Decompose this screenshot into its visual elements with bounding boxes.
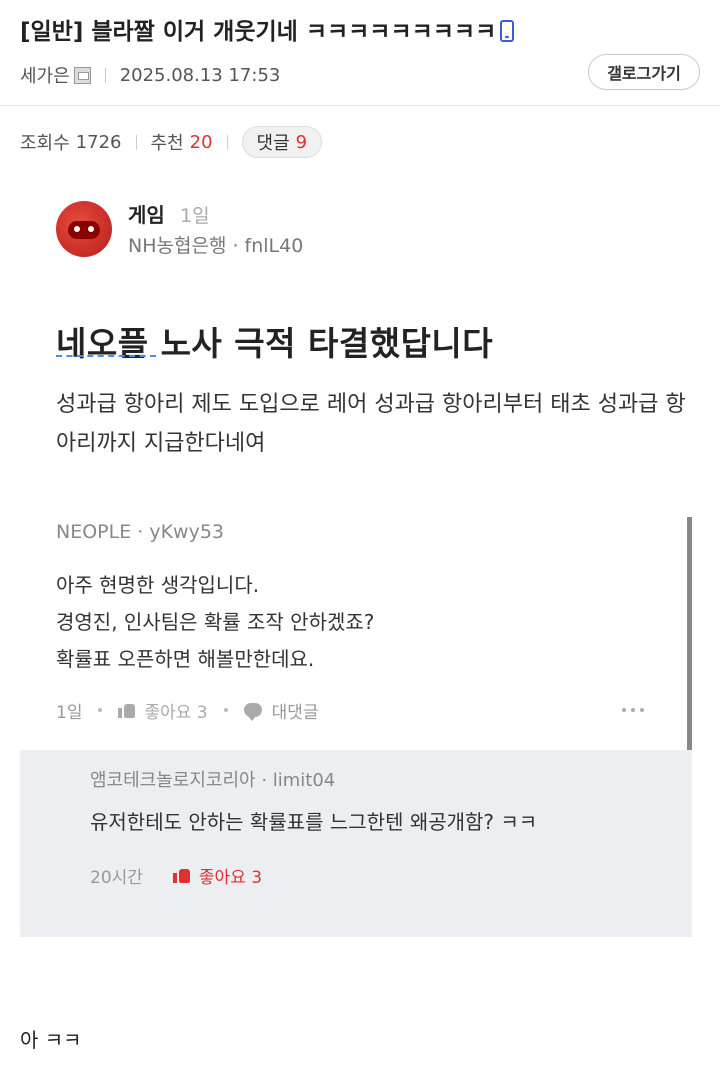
post-title: [일반] 블라짤 이거 개웃기네 ㅋㅋㅋㅋㅋㅋㅋㅋㅋ: [20, 16, 700, 48]
board-name: 게임: [128, 203, 165, 227]
recommend-count: 20: [189, 131, 213, 153]
thumbs-up-icon: [172, 867, 191, 883]
reply-like-label: 좋아요 3: [198, 867, 263, 888]
reply-text: 유저한테도 안하는 확률표를 느그한텐 왜공개함? ㅋㅋ: [90, 810, 538, 834]
reply-author: 앰코테크놀로지코리아 · limit04: [90, 770, 336, 791]
reply-time: 20시간: [90, 867, 143, 888]
comment-reply: 대댓글: [243, 698, 319, 723]
divider: [226, 134, 228, 150]
header-divider: [0, 105, 720, 106]
mobile-icon: [500, 20, 515, 42]
comment-time: 1일: [56, 702, 83, 723]
comment-text: 아주 현명한 생각입니다. 경영진, 인사팀은 확률 조작 안하겠죠? 확률표 …: [56, 573, 375, 671]
spellcheck-underline: [56, 353, 156, 357]
more-icon: [622, 708, 644, 712]
divider: [135, 134, 137, 150]
post-body-text: 아 ㅋㅋ: [20, 1028, 82, 1052]
embedded-blind-screenshot: 게임 1일 NH농협은행 · fnlL40 네오플 노사 극적 타결했답니다 성…: [20, 175, 700, 937]
views-label: 조회수: [20, 133, 70, 154]
comment-author: NEOPLE · yKwy53: [56, 521, 225, 543]
blind-post-body: 성과급 항아리 제도 도입으로 레어 성과급 항아리부터 태초 성과급 항아리까…: [56, 392, 686, 456]
comment-actions: 1일 좋아요 3 대댓글: [56, 695, 319, 725]
board-author: NH농협은행 · fnlL40: [128, 235, 304, 257]
speech-bubble-icon: [243, 703, 262, 721]
post-date: 2025.08.13 17:53: [119, 64, 281, 86]
board-avatar: [56, 201, 112, 257]
comment-reply-label: 대댓글: [271, 702, 319, 723]
comments-button[interactable]: 댓글 9: [241, 126, 323, 158]
comments-label: 댓글: [256, 133, 290, 154]
post-author[interactable]: 세가은: [20, 62, 70, 88]
views-count: 1726: [75, 131, 122, 153]
divider: [104, 67, 106, 83]
dot-separator: [98, 708, 103, 712]
recommend-label: 추천: [150, 133, 184, 154]
reply-block: 앰코테크놀로지코리아 · limit04 유저한테도 안하는 확률표를 느그한텐…: [20, 750, 692, 937]
comment-like-label: 좋아요 3: [144, 702, 208, 723]
dot-separator: [223, 708, 228, 712]
comments-count: 9: [295, 131, 308, 153]
reply-actions: 20시간 좋아요 3: [90, 860, 262, 890]
comment-like: 좋아요 3: [118, 698, 208, 723]
board-time: 1일: [180, 205, 210, 227]
post-meta: 세가은 2025.08.13 17:53: [20, 60, 280, 90]
post-title-text: [일반] 블라짤 이거 개웃기네 ㅋㅋㅋㅋㅋㅋㅋㅋㅋ: [20, 19, 497, 45]
gallog-button[interactable]: 갤로그가기: [588, 54, 700, 90]
reply-like: 좋아요 3: [172, 863, 263, 888]
fixed-nick-icon: [73, 66, 91, 84]
thumbs-up-icon: [118, 702, 136, 718]
post-stats: 조회수 1726 추천 20 댓글 9: [20, 126, 323, 158]
blind-post-title: 네오플 노사 극적 타결했답니다: [56, 324, 494, 363]
